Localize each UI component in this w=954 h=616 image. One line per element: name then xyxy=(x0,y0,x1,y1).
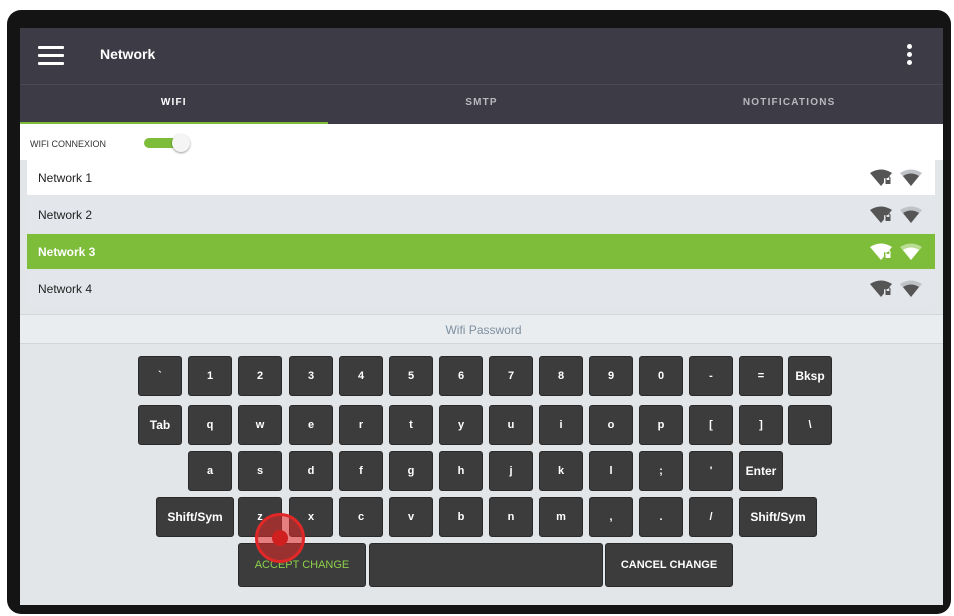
key-left-bracket[interactable]: [ xyxy=(689,405,733,445)
key-2[interactable]: 2 xyxy=(238,356,282,396)
key-backslash[interactable]: \ xyxy=(788,405,832,445)
tab-smtp[interactable]: SMTP xyxy=(328,85,636,125)
network-item-3[interactable]: Network 3 xyxy=(27,234,935,269)
key-quote[interactable]: ' xyxy=(689,451,733,491)
tab-notifications[interactable]: NOTIFICATIONS xyxy=(635,85,943,125)
key-v[interactable]: v xyxy=(389,497,433,537)
key-7[interactable]: 7 xyxy=(489,356,533,396)
accept-change-button[interactable]: ACCEPT CHANGE xyxy=(238,543,366,587)
key-r[interactable]: r xyxy=(339,405,383,445)
network-name: Network 2 xyxy=(38,208,93,222)
key-right-bracket[interactable]: ] xyxy=(739,405,783,445)
key-slash[interactable]: / xyxy=(689,497,733,537)
key-tab[interactable]: Tab xyxy=(138,405,182,445)
key-x[interactable]: x xyxy=(289,497,333,537)
key-e[interactable]: e xyxy=(289,405,333,445)
password-bar xyxy=(20,314,943,345)
wifi-connexion-row: WIFI CONNEXION xyxy=(20,124,943,160)
menu-icon[interactable] xyxy=(38,46,64,66)
key-backtick[interactable]: ` xyxy=(138,356,182,396)
key-shift-left[interactable]: Shift/Sym xyxy=(156,497,234,537)
key-u[interactable]: u xyxy=(489,405,533,445)
network-name: Network 4 xyxy=(38,282,93,296)
tab-bar: WIFI SMTP NOTIFICATIONS xyxy=(20,84,943,125)
network-item-4[interactable]: Network 4 xyxy=(27,271,935,306)
key-w[interactable]: w xyxy=(238,405,282,445)
key-6[interactable]: 6 xyxy=(439,356,483,396)
key-1[interactable]: 1 xyxy=(188,356,232,396)
key-z[interactable]: z xyxy=(238,497,282,537)
network-item-2[interactable]: Network 2 xyxy=(27,197,935,232)
key-k[interactable]: k xyxy=(539,451,583,491)
wifi-signal-icon xyxy=(900,243,922,260)
cancel-change-button[interactable]: CANCEL CHANGE xyxy=(605,543,733,587)
key-4[interactable]: 4 xyxy=(339,356,383,396)
wifi-signal-icon xyxy=(900,169,922,186)
key-p[interactable]: p xyxy=(639,405,683,445)
wifi-signal-icon xyxy=(900,206,922,223)
key-space[interactable] xyxy=(369,543,603,587)
key-comma[interactable]: , xyxy=(589,497,633,537)
key-8[interactable]: 8 xyxy=(539,356,583,396)
key-l[interactable]: l xyxy=(589,451,633,491)
key-j[interactable]: j xyxy=(489,451,533,491)
network-name: Network 3 xyxy=(38,245,96,259)
key-c[interactable]: c xyxy=(339,497,383,537)
key-i[interactable]: i xyxy=(539,405,583,445)
key-minus[interactable]: - xyxy=(689,356,733,396)
wifi-locked-icon xyxy=(870,280,892,297)
tab-wifi[interactable]: WIFI xyxy=(20,85,328,125)
key-g[interactable]: g xyxy=(389,451,433,491)
wifi-locked-icon xyxy=(870,169,892,186)
wifi-signal-icon xyxy=(900,280,922,297)
key-a[interactable]: a xyxy=(188,451,232,491)
wifi-locked-icon xyxy=(870,206,892,223)
key-m[interactable]: m xyxy=(539,497,583,537)
key-y[interactable]: y xyxy=(439,405,483,445)
key-n[interactable]: n xyxy=(489,497,533,537)
network-icons xyxy=(869,243,923,261)
network-icons xyxy=(869,169,923,187)
wifi-locked-icon xyxy=(870,243,892,260)
network-name: Network 1 xyxy=(38,171,93,185)
key-t[interactable]: t xyxy=(389,405,433,445)
key-shift-right[interactable]: Shift/Sym xyxy=(739,497,817,537)
key-s[interactable]: s xyxy=(238,451,282,491)
key-0[interactable]: 0 xyxy=(639,356,683,396)
key-h[interactable]: h xyxy=(439,451,483,491)
toggle-knob xyxy=(172,134,190,152)
wifi-connexion-toggle[interactable] xyxy=(142,134,190,152)
key-f[interactable]: f xyxy=(339,451,383,491)
network-icons xyxy=(869,280,923,298)
key-period[interactable]: . xyxy=(639,497,683,537)
key-semicolon[interactable]: ; xyxy=(639,451,683,491)
page-title: Network xyxy=(100,46,156,62)
wifi-connexion-label: WIFI CONNEXION xyxy=(30,139,106,149)
key-equals[interactable]: = xyxy=(739,356,783,396)
key-9[interactable]: 9 xyxy=(589,356,633,396)
key-3[interactable]: 3 xyxy=(289,356,333,396)
network-icons xyxy=(869,206,923,224)
key-q[interactable]: q xyxy=(188,405,232,445)
network-item-1[interactable]: Network 1 xyxy=(27,160,935,195)
key-b[interactable]: b xyxy=(439,497,483,537)
key-5[interactable]: 5 xyxy=(389,356,433,396)
wifi-password-input[interactable] xyxy=(20,315,943,345)
key-o[interactable]: o xyxy=(589,405,633,445)
key-backspace[interactable]: Bksp xyxy=(788,356,832,396)
key-d[interactable]: d xyxy=(289,451,333,491)
more-options-icon[interactable] xyxy=(907,44,913,70)
key-enter[interactable]: Enter xyxy=(739,451,783,491)
app-bar: Network xyxy=(20,28,943,84)
